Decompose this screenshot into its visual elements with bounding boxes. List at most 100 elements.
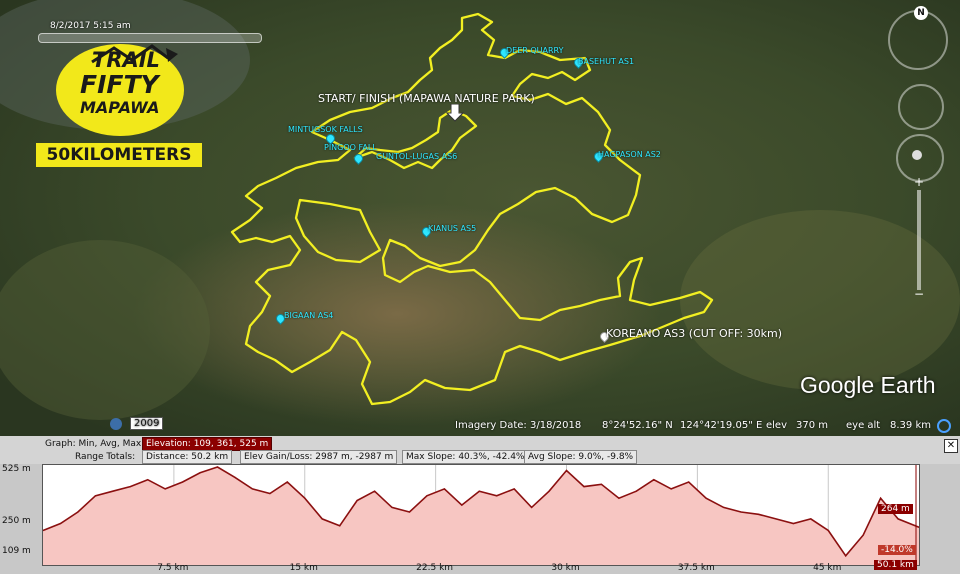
close-icon[interactable]: ✕ (944, 439, 958, 453)
elevation-point (94, 495, 96, 497)
elevation-chart[interactable] (42, 464, 920, 566)
current-elevation-tag: 264 m (878, 504, 913, 514)
imagery-date: Imagery Date: 3/18/2018 (455, 420, 582, 431)
max-slope-stat[interactable]: Max Slope: 40.3%, -42.4% (402, 450, 529, 464)
elevation-point (269, 492, 271, 495)
north-compass-icon[interactable]: N (914, 6, 928, 20)
label-deer-quarry: DEER QUARRY (506, 46, 564, 55)
y-tick-label: 250 m (2, 516, 31, 526)
elevation-point (531, 506, 533, 508)
elevation-area (43, 467, 919, 565)
elevation-point (129, 486, 131, 488)
x-tick-label: 30 km (551, 563, 580, 573)
elevation-point (339, 525, 341, 527)
elevation-point (775, 518, 777, 520)
longitude: 124°42'19.05" E (680, 420, 763, 431)
distance-stat[interactable]: Distance: 50.2 km (142, 450, 233, 464)
elevation-point (147, 479, 149, 481)
zoom-in-icon[interactable]: + (913, 176, 925, 188)
elevation-point (880, 497, 882, 499)
elevation-point (496, 495, 498, 497)
elevation-point (600, 483, 603, 485)
label-pingoo: PINGOO FALL (324, 143, 377, 152)
elevation-point (426, 495, 428, 497)
elevation-point (862, 534, 864, 536)
satellite-map[interactable]: 8/2/2017 5:15 am TRAIL FIFTY MAPAWA 50KI… (0, 0, 960, 436)
range-totals-label: Range Totals: (75, 452, 136, 462)
elevation-point (321, 518, 323, 520)
elevation-point (356, 499, 358, 502)
elevation-point (234, 476, 236, 478)
elevation-point (391, 506, 393, 508)
x-tick-label: 45 km (813, 563, 842, 573)
time-slider-label: 8/2/2017 5:15 am (50, 21, 131, 31)
y-tick-label: 525 m (2, 464, 31, 474)
latitude: 8°24'52.16" N (602, 420, 673, 431)
label-mintugsok: MINTUGSOK FALLS (288, 125, 363, 134)
label-kianus: KIANUS AS5 (428, 224, 477, 233)
elevation-point (216, 466, 219, 468)
graph-label: Graph: Min, Avg, Max (45, 439, 142, 449)
current-distance-tag: 50.1 km (874, 560, 917, 570)
distance-badge: 50KILOMETERS (36, 143, 202, 167)
avg-slope-stat[interactable]: Avg Slope: 9.0%, -9.8% (524, 450, 638, 464)
elevation-point (792, 522, 794, 525)
eye-alt-value: 8.39 km (890, 420, 931, 431)
elevation-point (618, 497, 620, 499)
elevation-point (251, 488, 254, 490)
zoom-out-icon[interactable]: − (913, 288, 925, 300)
elevation-point (810, 518, 812, 520)
elevation-point (565, 469, 568, 472)
x-tick-label: 37.5 km (677, 563, 715, 573)
logo-fifty-text: FIFTY (80, 70, 159, 99)
elevation-point (478, 490, 480, 492)
label-bigaan: BIGAAN AS4 (284, 311, 334, 320)
elevation-point (286, 481, 288, 483)
elevation-point (740, 511, 742, 513)
label-start-finish: START/ FINISH (MAPAWA NATURE PARK) (318, 92, 535, 105)
elevation-chart-svg (42, 465, 920, 565)
elevation-point (59, 522, 62, 525)
elevation-point (373, 490, 376, 492)
logo-mapawa-text: MAPAWA (80, 98, 160, 117)
elevation-point (164, 488, 166, 490)
elevation-point (897, 518, 899, 520)
elevation-point (583, 486, 585, 488)
x-tick-label: 15 km (289, 563, 318, 573)
year-badge[interactable]: 2009 (130, 417, 164, 430)
elevation-point (112, 490, 114, 492)
logo-trail-text: TRAIL (92, 48, 160, 72)
y-tick-label: 109 m (2, 546, 31, 556)
start-arrow-icon[interactable] (446, 104, 464, 122)
elevation-point (722, 506, 725, 508)
elevation-stats[interactable]: Elevation: 109, 361, 525 m (142, 437, 273, 451)
elevation-point (461, 504, 463, 506)
elevation-point (304, 497, 306, 499)
elevation-point (77, 511, 79, 513)
elevation-point (757, 513, 760, 515)
x-tick-label: 22.5 km (416, 563, 454, 573)
eye-alt-label: eye alt (846, 420, 881, 431)
elevation-point (408, 511, 411, 513)
elev-label: elev (766, 420, 788, 431)
historical-imagery-icon[interactable] (110, 418, 122, 430)
status-bar: 2009 Imagery Date: 3/18/2018 8°24'52.16"… (0, 416, 960, 436)
google-earth-watermark: Google Earth (800, 372, 936, 398)
elevation-profile-panel: Graph: Min, Avg, Max Elevation: 109, 361… (0, 436, 960, 574)
label-koreano: KOREANO AS3 (CUT OFF: 30km) (606, 327, 783, 340)
elevation-point (845, 555, 847, 557)
current-slope-tag: -14.0% (878, 545, 916, 555)
elevation-point (635, 490, 637, 492)
gain-loss-stat[interactable]: Elev Gain/Loss: 2987 m, -2987 m (240, 450, 398, 464)
elevation-point (182, 481, 184, 483)
label-hagpason: HAGPASON AS2 (598, 150, 661, 159)
loading-icon (937, 419, 951, 433)
move-control[interactable] (898, 84, 944, 130)
elevation-point (670, 488, 672, 490)
zoom-slider[interactable] (917, 190, 921, 290)
pegman-icon[interactable] (912, 150, 922, 160)
label-guntol: GUNTOL-LUGAS AS6 (376, 152, 458, 161)
profile-info-bar: Graph: Min, Avg, Max Elevation: 109, 361… (0, 436, 960, 464)
elevation-point (513, 488, 515, 490)
label-basehut: BASEHUT AS1 (578, 57, 635, 66)
